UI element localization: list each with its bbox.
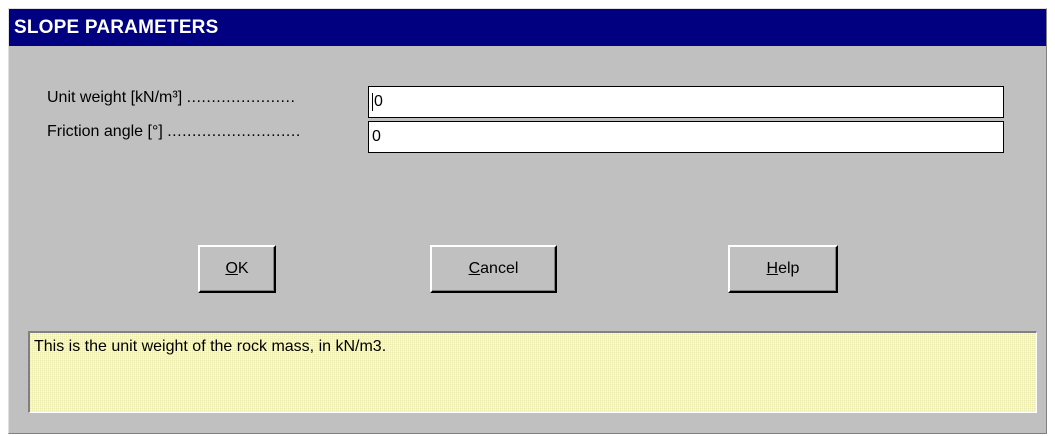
help-button[interactable]: Help: [728, 245, 838, 293]
ok-mnemonic: O: [225, 260, 238, 277]
friction-angle-value: 0: [372, 128, 381, 145]
help-text-box: This is the unit weight of the rock mass…: [28, 331, 1037, 413]
dialog-title: SLOPE PARAMETERS: [9, 9, 1046, 46]
cancel-button[interactable]: Cancel: [430, 245, 557, 293]
text-caret: [372, 92, 373, 111]
unit-weight-value: 0: [374, 93, 383, 110]
unit-weight-leader-dots: ......................: [186, 89, 296, 106]
unit-weight-field[interactable]: 0: [368, 86, 1004, 118]
slope-parameters-dialog: SLOPE PARAMETERS Unit weight [kN/m³] ...…: [8, 8, 1047, 434]
friction-angle-label: Friction angle [°] .....................…: [47, 123, 371, 141]
unit-weight-label: Unit weight [kN/m³] ....................…: [47, 89, 371, 107]
friction-angle-field[interactable]: 0: [368, 121, 1004, 153]
friction-angle-leader-dots: ...........................: [167, 123, 301, 140]
friction-angle-label-text: Friction angle [°]: [47, 123, 163, 140]
help-label-rest: elp: [778, 260, 800, 277]
cancel-mnemonic: C: [468, 260, 481, 277]
unit-weight-label-text: Unit weight [kN/m³]: [47, 89, 183, 106]
help-mnemonic: H: [766, 260, 779, 277]
help-text: This is the unit weight of the rock mass…: [34, 338, 387, 355]
cancel-label-rest: ancel: [480, 260, 519, 277]
ok-button[interactable]: OK: [198, 245, 276, 293]
ok-label-rest: K: [237, 260, 249, 277]
